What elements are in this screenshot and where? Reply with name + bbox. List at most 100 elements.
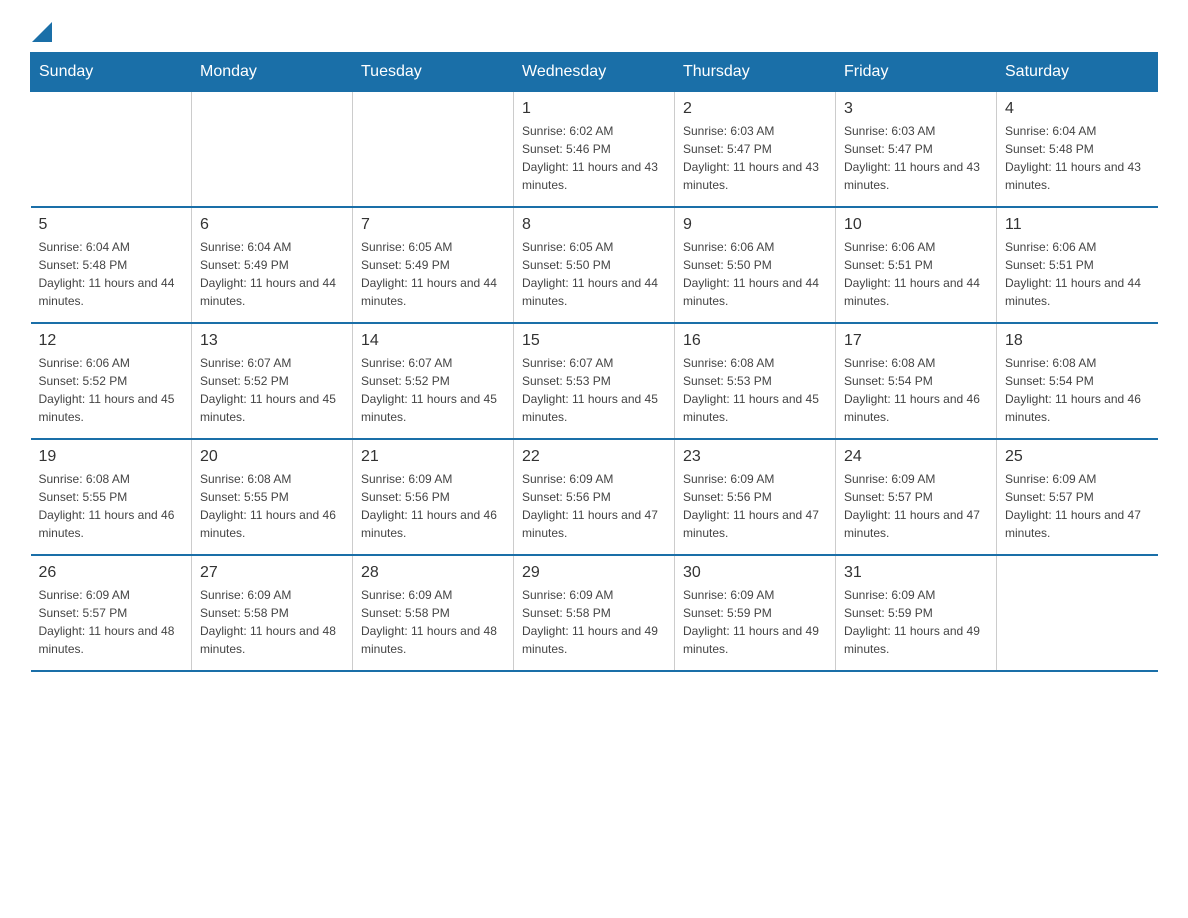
calendar-cell: 9Sunrise: 6:06 AM Sunset: 5:50 PM Daylig… xyxy=(675,207,836,323)
weekday-header-friday: Friday xyxy=(836,53,997,92)
day-info: Sunrise: 6:06 AM Sunset: 5:52 PM Dayligh… xyxy=(39,354,184,426)
calendar-cell: 1Sunrise: 6:02 AM Sunset: 5:46 PM Daylig… xyxy=(514,92,675,208)
day-number: 8 xyxy=(522,216,666,234)
calendar-cell: 26 Sunrise: 6:09 AM Sunset: 5:57 PM Dayli… xyxy=(31,555,192,671)
day-info: Sunrise: 6:08 AM Sunset: 5:54 PM Dayligh… xyxy=(844,354,988,426)
calendar-cell: 5 Sunrise: 6:04 AM Sunset: 5:48 PM Daylig… xyxy=(31,207,192,323)
day-info: Sunrise: 6:09 AM Sunset: 5:56 PM Dayligh… xyxy=(522,470,666,542)
calendar-cell: 3Sunrise: 6:03 AM Sunset: 5:47 PM Daylig… xyxy=(836,92,997,208)
day-number: 19 xyxy=(39,448,184,466)
weekday-header-wednesday: Wednesday xyxy=(514,53,675,92)
day-info: Sunrise: 6:09 AM Sunset: 5:58 PM Dayligh… xyxy=(361,586,505,658)
day-info: Sunrise: 6:05 AM Sunset: 5:50 PM Dayligh… xyxy=(522,238,666,310)
logo xyxy=(30,20,52,42)
day-info: Sunrise: 6:05 AM Sunset: 5:49 PM Dayligh… xyxy=(361,238,505,310)
day-info: Sunrise: 6:04 AM Sunset: 5:48 PM Dayligh… xyxy=(1005,122,1150,194)
day-number: 7 xyxy=(361,216,505,234)
day-number: 13 xyxy=(200,332,344,350)
day-number: 16 xyxy=(683,332,827,350)
day-number: 22 xyxy=(522,448,666,466)
weekday-header-tuesday: Tuesday xyxy=(353,53,514,92)
logo-triangle-icon xyxy=(32,22,52,42)
calendar-cell: 13 Sunrise: 6:07 AM Sunset: 5:52 PM Dayli… xyxy=(192,323,353,439)
calendar-week-row: 19 Sunrise: 6:08 AM Sunset: 5:55 PM Dayli… xyxy=(31,439,1158,555)
day-number: 25 xyxy=(1005,448,1150,466)
day-info: Sunrise: 6:07 AM Sunset: 5:53 PM Dayligh… xyxy=(522,354,666,426)
day-info: Sunrise: 6:09 AM Sunset: 5:56 PM Dayligh… xyxy=(683,470,827,542)
calendar-week-row: 5 Sunrise: 6:04 AM Sunset: 5:48 PM Daylig… xyxy=(31,207,1158,323)
calendar-week-row: 1Sunrise: 6:02 AM Sunset: 5:46 PM Daylig… xyxy=(31,92,1158,208)
day-number: 18 xyxy=(1005,332,1150,350)
calendar-cell: 2 Sunrise: 6:03 AM Sunset: 5:47 PM Daylig… xyxy=(675,92,836,208)
day-number: 17 xyxy=(844,332,988,350)
calendar-header-row: SundayMondayTuesdayWednesdayThursdayFrid… xyxy=(31,53,1158,92)
day-number: 29 xyxy=(522,564,666,582)
calendar-cell: 10 Sunrise: 6:06 AM Sunset: 5:51 PM Dayli… xyxy=(836,207,997,323)
day-number: 20 xyxy=(200,448,344,466)
day-info: Sunrise: 6:06 AM Sunset: 5:51 PM Dayligh… xyxy=(844,238,988,310)
calendar-week-row: 12Sunrise: 6:06 AM Sunset: 5:52 PM Dayli… xyxy=(31,323,1158,439)
calendar-cell: 15 Sunrise: 6:07 AM Sunset: 5:53 PM Dayli… xyxy=(514,323,675,439)
calendar-cell: 7 Sunrise: 6:05 AM Sunset: 5:49 PM Daylig… xyxy=(353,207,514,323)
day-info: Sunrise: 6:09 AM Sunset: 5:56 PM Dayligh… xyxy=(361,470,505,542)
calendar-cell: 21 Sunrise: 6:09 AM Sunset: 5:56 PM Dayli… xyxy=(353,439,514,555)
day-info: Sunrise: 6:09 AM Sunset: 5:59 PM Dayligh… xyxy=(683,586,827,658)
calendar-cell: 14 Sunrise: 6:07 AM Sunset: 5:52 PM Dayli… xyxy=(353,323,514,439)
calendar-cell xyxy=(192,92,353,208)
calendar-cell: 18Sunrise: 6:08 AM Sunset: 5:54 PM Dayli… xyxy=(997,323,1158,439)
calendar-cell: 24 Sunrise: 6:09 AM Sunset: 5:57 PM Dayli… xyxy=(836,439,997,555)
day-number: 27 xyxy=(200,564,344,582)
calendar-cell xyxy=(31,92,192,208)
day-info: Sunrise: 6:07 AM Sunset: 5:52 PM Dayligh… xyxy=(361,354,505,426)
day-info: Sunrise: 6:03 AM Sunset: 5:47 PM Dayligh… xyxy=(844,122,988,194)
calendar-cell: 20 Sunrise: 6:08 AM Sunset: 5:55 PM Dayli… xyxy=(192,439,353,555)
calendar-cell: 12Sunrise: 6:06 AM Sunset: 5:52 PM Dayli… xyxy=(31,323,192,439)
calendar-cell xyxy=(997,555,1158,671)
calendar-cell: 11Sunrise: 6:06 AM Sunset: 5:51 PM Dayli… xyxy=(997,207,1158,323)
day-number: 21 xyxy=(361,448,505,466)
day-number: 10 xyxy=(844,216,988,234)
calendar-cell: 23 Sunrise: 6:09 AM Sunset: 5:56 PM Dayli… xyxy=(675,439,836,555)
day-number: 6 xyxy=(200,216,344,234)
day-number: 14 xyxy=(361,332,505,350)
day-number: 2 xyxy=(683,100,827,118)
day-info: Sunrise: 6:09 AM Sunset: 5:57 PM Dayligh… xyxy=(39,586,184,658)
calendar-table: SundayMondayTuesdayWednesdayThursdayFrid… xyxy=(30,52,1158,672)
weekday-header-thursday: Thursday xyxy=(675,53,836,92)
calendar-cell: 17 Sunrise: 6:08 AM Sunset: 5:54 PM Dayli… xyxy=(836,323,997,439)
day-info: Sunrise: 6:09 AM Sunset: 5:58 PM Dayligh… xyxy=(522,586,666,658)
day-info: Sunrise: 6:09 AM Sunset: 5:57 PM Dayligh… xyxy=(1005,470,1150,542)
calendar-cell: 25 Sunrise: 6:09 AM Sunset: 5:57 PM Dayli… xyxy=(997,439,1158,555)
calendar-cell xyxy=(353,92,514,208)
day-number: 26 xyxy=(39,564,184,582)
calendar-cell: 31Sunrise: 6:09 AM Sunset: 5:59 PM Dayli… xyxy=(836,555,997,671)
day-info: Sunrise: 6:08 AM Sunset: 5:53 PM Dayligh… xyxy=(683,354,827,426)
day-info: Sunrise: 6:07 AM Sunset: 5:52 PM Dayligh… xyxy=(200,354,344,426)
calendar-cell: 6 Sunrise: 6:04 AM Sunset: 5:49 PM Daylig… xyxy=(192,207,353,323)
calendar-cell: 8 Sunrise: 6:05 AM Sunset: 5:50 PM Daylig… xyxy=(514,207,675,323)
day-number: 15 xyxy=(522,332,666,350)
day-number: 11 xyxy=(1005,216,1150,234)
calendar-cell: 30 Sunrise: 6:09 AM Sunset: 5:59 PM Dayli… xyxy=(675,555,836,671)
day-number: 23 xyxy=(683,448,827,466)
weekday-header-monday: Monday xyxy=(192,53,353,92)
day-info: Sunrise: 6:04 AM Sunset: 5:49 PM Dayligh… xyxy=(200,238,344,310)
calendar-cell: 16 Sunrise: 6:08 AM Sunset: 5:53 PM Dayli… xyxy=(675,323,836,439)
calendar-cell: 22 Sunrise: 6:09 AM Sunset: 5:56 PM Dayli… xyxy=(514,439,675,555)
day-info: Sunrise: 6:09 AM Sunset: 5:57 PM Dayligh… xyxy=(844,470,988,542)
day-info: Sunrise: 6:09 AM Sunset: 5:58 PM Dayligh… xyxy=(200,586,344,658)
day-info: Sunrise: 6:08 AM Sunset: 5:55 PM Dayligh… xyxy=(39,470,184,542)
day-number: 24 xyxy=(844,448,988,466)
day-info: Sunrise: 6:03 AM Sunset: 5:47 PM Dayligh… xyxy=(683,122,827,194)
day-number: 1 xyxy=(522,100,666,118)
day-info: Sunrise: 6:08 AM Sunset: 5:55 PM Dayligh… xyxy=(200,470,344,542)
calendar-cell: 29 Sunrise: 6:09 AM Sunset: 5:58 PM Dayli… xyxy=(514,555,675,671)
weekday-header-sunday: Sunday xyxy=(31,53,192,92)
day-info: Sunrise: 6:04 AM Sunset: 5:48 PM Dayligh… xyxy=(39,238,184,310)
day-number: 5 xyxy=(39,216,184,234)
weekday-header-saturday: Saturday xyxy=(997,53,1158,92)
calendar-cell: 4Sunrise: 6:04 AM Sunset: 5:48 PM Daylig… xyxy=(997,92,1158,208)
day-number: 28 xyxy=(361,564,505,582)
day-number: 30 xyxy=(683,564,827,582)
calendar-week-row: 26 Sunrise: 6:09 AM Sunset: 5:57 PM Dayli… xyxy=(31,555,1158,671)
